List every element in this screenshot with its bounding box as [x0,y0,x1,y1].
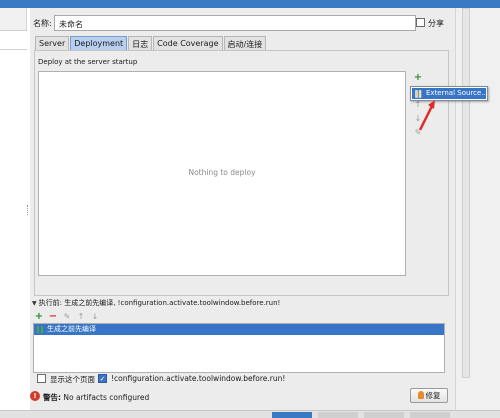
warning-text: No artifacts configured [63,393,150,402]
edit-task-icon[interactable]: ✎ [62,312,72,322]
tab-server[interactable]: Server [35,36,70,50]
dialog-button[interactable] [272,412,312,418]
dialog-button[interactable] [318,412,358,418]
configuration-tree-panel[interactable] [0,8,27,416]
collapse-triangle-icon[interactable]: ▼ [32,300,37,307]
tab-deployment[interactable]: Deployment [70,36,128,50]
title-bar [0,0,500,8]
tree-selected-row[interactable] [0,30,27,50]
share-label: 分享 [428,19,444,28]
bottom-button-bar [0,410,500,418]
before-run-header-text: 执行前: 生成之前先编译, !configuration.activate.to… [38,299,281,307]
deployment-tab-panel: Deploy at the server startup Nothing to … [34,50,449,296]
remove-task-icon[interactable]: − [48,312,58,322]
name-label: 名称: [33,19,52,28]
before-run-header[interactable]: ▼ 执行前: 生成之前先编译, !configuration.activate.t… [32,298,280,308]
dialog-button[interactable] [364,412,404,418]
vertical-scrollbar[interactable] [462,8,470,378]
warning-icon: ! [30,391,40,401]
activate-toolwindow-label: !configuration.activate.toolwindow.befor… [111,374,286,383]
add-task-icon[interactable]: + [34,312,44,322]
annotation-arrow [418,100,435,131]
lightbulb-icon [417,391,424,399]
tab-logs[interactable]: 日志 [128,36,153,50]
tab-bar: Server Deployment 日志 Code Coverage 启动/连接 [35,36,267,50]
name-input[interactable]: 未命名 [54,15,416,31]
activate-toolwindow-checkbox[interactable]: ✓ [98,374,107,383]
list-item[interactable]: 生成之前先编译 [34,324,444,335]
fix-button[interactable]: 修复 [410,388,448,403]
empty-list-text: Nothing to deploy [188,168,256,177]
dialog-button[interactable] [410,412,450,418]
task-label: 生成之前先编译 [47,325,96,333]
before-run-task-list[interactable]: 生成之前先编译 [33,323,445,373]
build-icon [37,326,43,333]
move-task-up-icon[interactable]: ↑ [76,312,86,322]
fix-button-label: 修复 [425,391,441,400]
tab-code-coverage[interactable]: Code Coverage [153,36,223,50]
show-page-checkbox[interactable] [37,374,46,383]
add-icon[interactable]: + [413,73,423,83]
warning-message: 警告: No artifacts configured [43,392,149,403]
run-configuration-editor: 名称: 未命名 分享 Server Deployment 日志 Code Cov… [30,8,455,410]
tree-area [0,50,27,416]
move-task-down-icon[interactable]: ↓ [90,312,100,322]
deploy-section-title: Deploy at the server startup [38,58,138,66]
right-side-panel [455,8,500,418]
deployment-list[interactable]: Nothing to deploy [38,71,406,276]
warning-prefix: 警告: [43,393,61,402]
show-page-label: 显示这个页面 [50,375,95,384]
share-checkbox[interactable] [416,18,425,27]
tab-startup-connection[interactable]: 启动/连接 [223,36,267,50]
